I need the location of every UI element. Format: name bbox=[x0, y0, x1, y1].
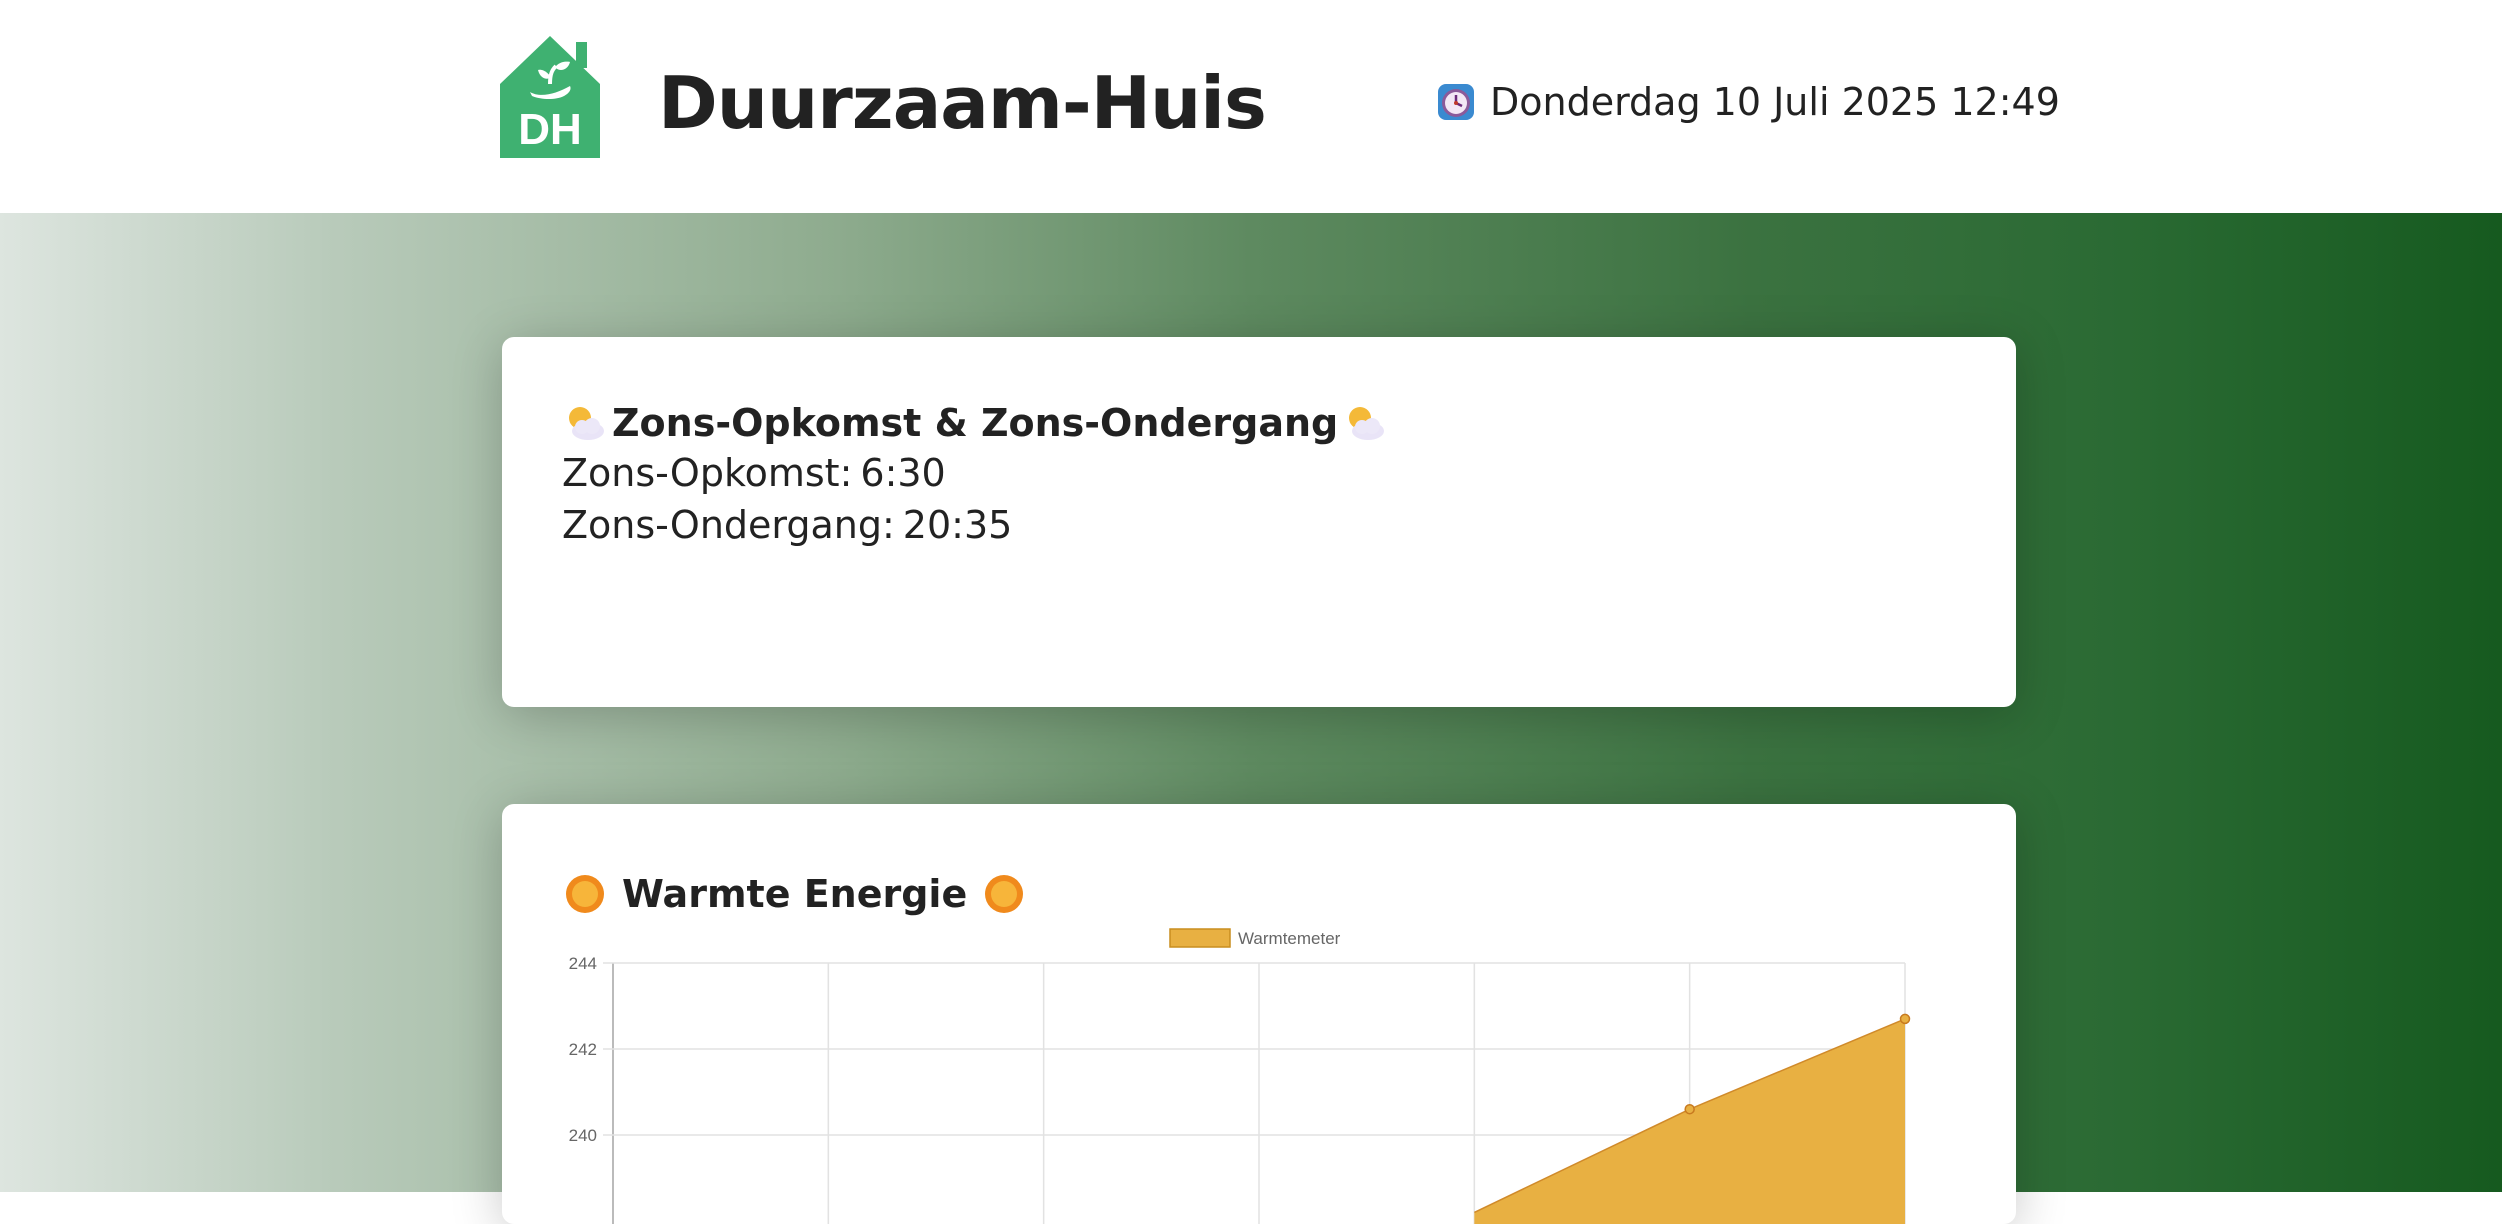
sun-behind-cloud-icon bbox=[569, 407, 604, 440]
datetime-text: Donderdag 10 Juli 2025 12:49 bbox=[1490, 80, 2060, 124]
chart-y-ticks: 244 242 240 bbox=[569, 954, 597, 1145]
legend-label-warmtemeter[interactable]: Warmtemeter bbox=[1238, 929, 1341, 948]
chart-area-layer bbox=[1474, 1013, 1911, 1224]
y-tick-label: 242 bbox=[569, 1040, 597, 1059]
heat-energy-chart[interactable]: Warmtemeter 244 242 240 bbox=[502, 804, 2016, 1224]
sun-card-title-text: Zons-Opkomst & Zons-Ondergang bbox=[612, 401, 1339, 445]
sun-times-card: Zons-Opkomst & Zons-Ondergang Zons-Opkom… bbox=[502, 337, 2016, 707]
sun-card-title: Zons-Opkomst & Zons-Ondergang bbox=[564, 397, 1386, 449]
data-point[interactable] bbox=[1899, 1013, 1911, 1025]
datetime-display: Donderdag 10 Juli 2025 12:49 bbox=[1436, 76, 2060, 128]
sunset-row: Zons-Ondergang: 20:35 bbox=[562, 503, 1012, 547]
site-logo[interactable]: DH bbox=[500, 34, 600, 158]
y-tick-label: 240 bbox=[569, 1126, 597, 1145]
legend-swatch-warmtemeter[interactable] bbox=[1169, 928, 1231, 948]
sunrise-value: 6:30 bbox=[860, 451, 946, 495]
site-title: Duurzaam-Huis bbox=[658, 61, 1267, 145]
sun-behind-cloud-icon bbox=[1349, 407, 1385, 440]
sunset-value: 20:35 bbox=[902, 503, 1013, 547]
sunrise-label: Zons-Opkomst: bbox=[562, 451, 853, 495]
logo-text: DH bbox=[518, 105, 582, 154]
alarm-clock-icon bbox=[1438, 84, 1474, 120]
y-tick-label: 244 bbox=[569, 954, 597, 973]
heat-energy-card: Warmte Energie Warmtemeter 244 242 240 bbox=[502, 804, 2016, 1224]
site-header: DH Duurzaam-Huis Donderdag 10 Juli 2025 … bbox=[0, 0, 2502, 213]
sunrise-row: Zons-Opkomst: 6:30 bbox=[562, 451, 946, 495]
sunset-label: Zons-Ondergang: bbox=[562, 503, 895, 547]
data-point[interactable] bbox=[1684, 1103, 1695, 1115]
